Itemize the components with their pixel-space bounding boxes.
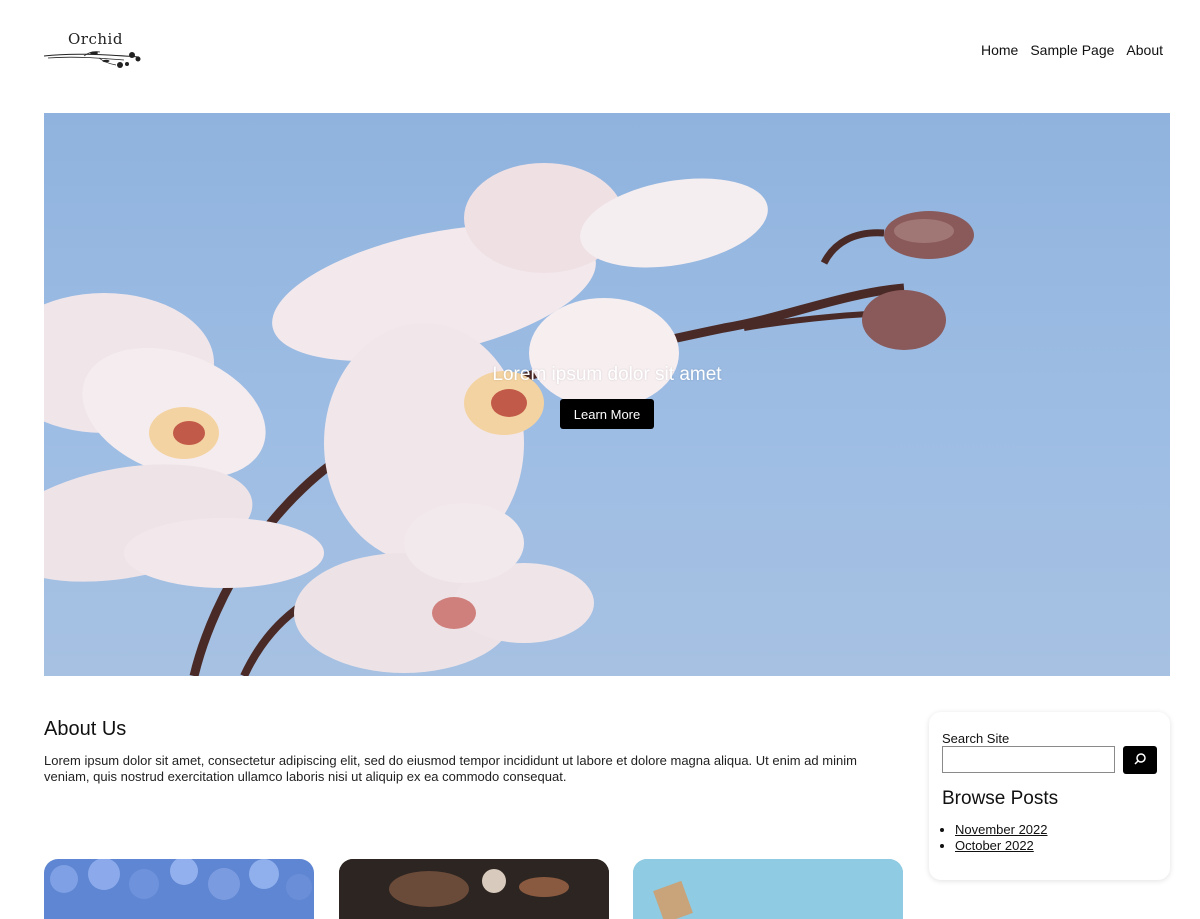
list-item: November 2022 bbox=[955, 822, 1048, 838]
list-item: October 2022 bbox=[955, 838, 1048, 854]
books-image bbox=[633, 859, 903, 919]
blue-flowers-image bbox=[50, 859, 312, 900]
hero-title: Lorem ipsum dolor sit amet bbox=[492, 364, 722, 385]
nav-about[interactable]: About bbox=[1126, 42, 1163, 58]
post-card-image-2[interactable] bbox=[339, 859, 609, 919]
archive-list: November 2022 October 2022 bbox=[942, 822, 1048, 854]
nav-sample-page[interactable]: Sample Page bbox=[1030, 42, 1114, 58]
sidebar-widget: Search Site Browse Posts November 2022 O… bbox=[929, 712, 1170, 880]
orchid-hero-image bbox=[44, 163, 974, 676]
search-input[interactable] bbox=[942, 746, 1115, 773]
coffee-table-image bbox=[339, 859, 609, 919]
post-card-image-1[interactable] bbox=[44, 859, 314, 919]
archive-link-november-2022[interactable]: November 2022 bbox=[955, 822, 1048, 837]
nav-home[interactable]: Home bbox=[981, 42, 1018, 58]
site-header: Orchid Home Sample Page About bbox=[0, 0, 1200, 100]
hero-cover: Lorem ipsum dolor sit amet Learn More bbox=[44, 113, 1170, 676]
learn-more-button[interactable]: Learn More bbox=[560, 399, 654, 429]
orchid-branch-icon bbox=[44, 51, 141, 68]
search-label: Search Site bbox=[942, 731, 1010, 746]
about-heading: About Us bbox=[44, 718, 127, 740]
about-section: About Us Lorem ipsum dolor sit amet, con… bbox=[44, 718, 874, 785]
site-logo[interactable]: Orchid bbox=[44, 30, 144, 74]
about-body: Lorem ipsum dolor sit amet, consectetur … bbox=[44, 753, 857, 784]
post-card-image-3[interactable] bbox=[633, 859, 903, 919]
archive-link-october-2022[interactable]: October 2022 bbox=[955, 838, 1034, 853]
browse-posts-heading: Browse Posts bbox=[942, 788, 1059, 809]
search-icon bbox=[1134, 753, 1146, 765]
search-button[interactable] bbox=[1123, 746, 1157, 774]
main-nav: Home Sample Page About bbox=[981, 42, 1163, 58]
